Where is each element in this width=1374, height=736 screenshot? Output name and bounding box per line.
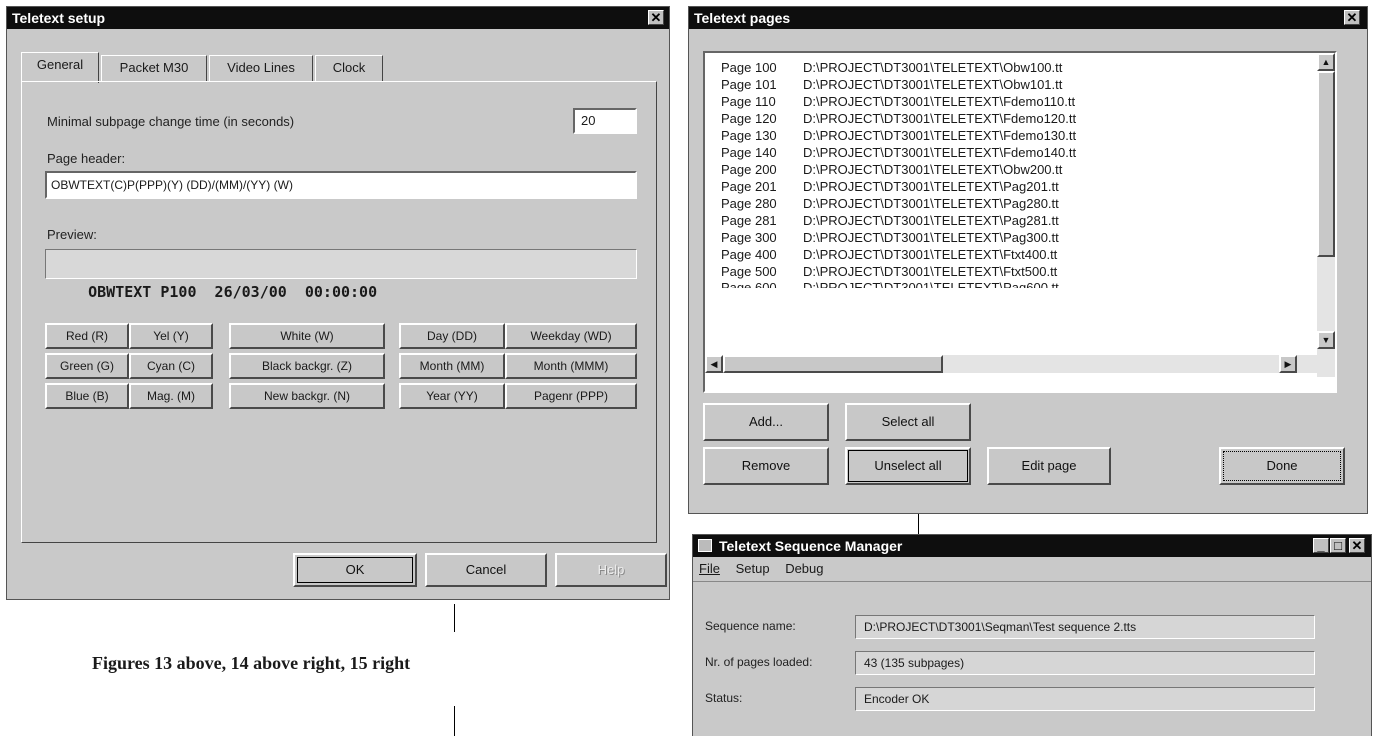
setup-title: Teletext setup — [12, 10, 106, 26]
pages-title: Teletext pages — [694, 10, 791, 26]
app-icon — [698, 539, 712, 552]
magenta-code-button[interactable]: Mag. (M) — [129, 383, 213, 409]
menu-setup[interactable]: Setup — [736, 561, 770, 576]
pages-title-bar: Teletext pages — [689, 7, 1367, 29]
setup-close-icon[interactable]: ✕ — [648, 10, 664, 25]
horizontal-scroll-thumb[interactable] — [723, 355, 943, 373]
scroll-left-icon[interactable]: ◀ — [705, 355, 723, 373]
teletext-setup-dialog: Teletext setup ✕ General Packet M30 Vide… — [6, 6, 670, 600]
blue-code-button[interactable]: Blue (B) — [45, 383, 129, 409]
remove-button[interactable]: Remove — [703, 447, 829, 485]
sequence-manager-window: Teletext Sequence Manager _ □ ✕ File Set… — [692, 534, 1372, 736]
setup-title-bar: Teletext setup — [7, 7, 669, 29]
ok-button[interactable]: OK — [293, 553, 417, 587]
tab-clock[interactable]: Clock — [315, 55, 383, 81]
connector-line — [454, 706, 455, 736]
sequence-title: Teletext Sequence Manager — [719, 538, 903, 554]
select-all-button[interactable]: Select all — [845, 403, 971, 441]
connector-line — [454, 604, 455, 632]
list-item[interactable]: Page 600 D:\PROJECT\DT3001\TELETEXT\Pag60… — [721, 279, 1059, 288]
min-subpage-input[interactable]: 20 — [573, 108, 637, 134]
scroll-down-icon[interactable]: ▼ — [1317, 331, 1335, 349]
sequence-name-label: Sequence name: — [705, 619, 796, 633]
list-item[interactable]: Page 120 D:\PROJECT\DT3001\TELETEXT\Fdemo… — [721, 110, 1076, 127]
list-item[interactable]: Page 101 D:\PROJECT\DT3001\TELETEXT\Obw10… — [721, 76, 1062, 93]
month-mm-code-button[interactable]: Month (MM) — [399, 353, 505, 379]
help-button[interactable]: Help — [555, 553, 667, 587]
list-item[interactable]: Page 281 D:\PROJECT\DT3001\TELETEXT\Pag28… — [721, 212, 1059, 229]
min-subpage-label: Minimal subpage change time (in seconds) — [47, 114, 295, 129]
list-item[interactable]: Page 130 D:\PROJECT\DT3001\TELETEXT\Fdemo… — [721, 127, 1076, 144]
month-mmm-code-button[interactable]: Month (MMM) — [505, 353, 637, 379]
list-item[interactable]: Page 140 D:\PROJECT\DT3001\TELETEXT\Fdemo… — [721, 144, 1076, 161]
black-background-code-button[interactable]: Black backgr. (Z) — [229, 353, 385, 379]
tab-general[interactable]: General — [21, 52, 99, 83]
white-code-button[interactable]: White (W) — [229, 323, 385, 349]
day-code-button[interactable]: Day (DD) — [399, 323, 505, 349]
cyan-code-button[interactable]: Cyan (C) — [129, 353, 213, 379]
preview-label: Preview: — [47, 227, 97, 242]
new-background-code-button[interactable]: New backgr. (N) — [229, 383, 385, 409]
tab-packet-m30[interactable]: Packet M30 — [101, 55, 207, 81]
menu-bar: File Setup Debug — [693, 557, 1371, 582]
list-item[interactable]: Page 201 D:\PROJECT\DT3001\TELETEXT\Pag20… — [721, 178, 1059, 195]
weekday-code-button[interactable]: Weekday (WD) — [505, 323, 637, 349]
pages-close-icon[interactable]: ✕ — [1344, 10, 1360, 25]
figure-caption: Figures 13 above, 14 above right, 15 rig… — [92, 653, 411, 673]
list-item[interactable]: Page 200 D:\PROJECT\DT3001\TELETEXT\Obw20… — [721, 161, 1062, 178]
vertical-scrollbar[interactable]: ▲ ▼ — [1317, 53, 1335, 377]
list-item[interactable]: Page 280 D:\PROJECT\DT3001\TELETEXT\Pag28… — [721, 195, 1059, 212]
unselect-all-button[interactable]: Unselect all — [845, 447, 971, 485]
year-code-button[interactable]: Year (YY) — [399, 383, 505, 409]
minimize-icon[interactable]: _ — [1313, 538, 1329, 553]
list-item[interactable]: Page 500 D:\PROJECT\DT3001\TELETEXT\Ftxt5… — [721, 263, 1057, 280]
list-item[interactable]: Page 110 D:\PROJECT\DT3001\TELETEXT\Fdemo… — [721, 93, 1075, 110]
status-label: Status: — [705, 691, 743, 705]
teletext-pages-dialog: Teletext pages ✕ Page 100 D:\PROJECT\DT30… — [688, 6, 1368, 514]
red-code-button[interactable]: Red (R) — [45, 323, 129, 349]
edit-page-button[interactable]: Edit page — [987, 447, 1111, 485]
maximize-icon[interactable]: □ — [1330, 538, 1346, 553]
sequence-close-icon[interactable]: ✕ — [1349, 538, 1365, 553]
preview-display: OBWTEXT P100 26/03/00 00:00:00 — [45, 249, 637, 301]
tab-video-lines[interactable]: Video Lines — [209, 55, 313, 81]
connector-line — [918, 514, 919, 534]
pagenr-code-button[interactable]: Pagenr (PPP) — [505, 383, 637, 409]
sequence-name-field: D:\PROJECT\DT3001\Seqman\Test sequence 2… — [855, 615, 1315, 639]
scroll-up-icon[interactable]: ▲ — [1317, 53, 1335, 71]
list-item[interactable]: Page 100 D:\PROJECT\DT3001\TELETEXT\Obw10… — [721, 59, 1062, 76]
vertical-scroll-thumb[interactable] — [1317, 71, 1335, 257]
scroll-right-icon[interactable]: ▶ — [1279, 355, 1297, 373]
pages-list[interactable]: Page 100 D:\PROJECT\DT3001\TELETEXT\Obw10… — [703, 51, 1337, 393]
page-header-input[interactable]: OBWTEXT(C)P(PPP)(Y) (DD)/(MM)/(YY) (W) — [45, 171, 637, 199]
green-code-button[interactable]: Green (G) — [45, 353, 129, 379]
list-item[interactable]: Page 300 D:\PROJECT\DT3001\TELETEXT\Pag30… — [721, 229, 1059, 246]
page-header-label: Page header: — [47, 151, 126, 166]
menu-debug[interactable]: Debug — [785, 561, 823, 576]
sequence-title-bar: Teletext Sequence Manager — [693, 535, 1371, 557]
horizontal-scrollbar[interactable]: ◀ ▶ — [705, 355, 1317, 373]
done-button[interactable]: Done — [1219, 447, 1345, 485]
menu-file[interactable]: File — [699, 561, 720, 576]
pages-loaded-label: Nr. of pages loaded: — [705, 655, 813, 669]
pages-loaded-field: 43 (135 subpages) — [855, 651, 1315, 675]
add-button[interactable]: Add... — [703, 403, 829, 441]
yellow-code-button[interactable]: Yel (Y) — [129, 323, 213, 349]
status-field: Encoder OK — [855, 687, 1315, 711]
list-item[interactable]: Page 400 D:\PROJECT\DT3001\TELETEXT\Ftxt4… — [721, 246, 1057, 263]
cancel-button[interactable]: Cancel — [425, 553, 547, 587]
